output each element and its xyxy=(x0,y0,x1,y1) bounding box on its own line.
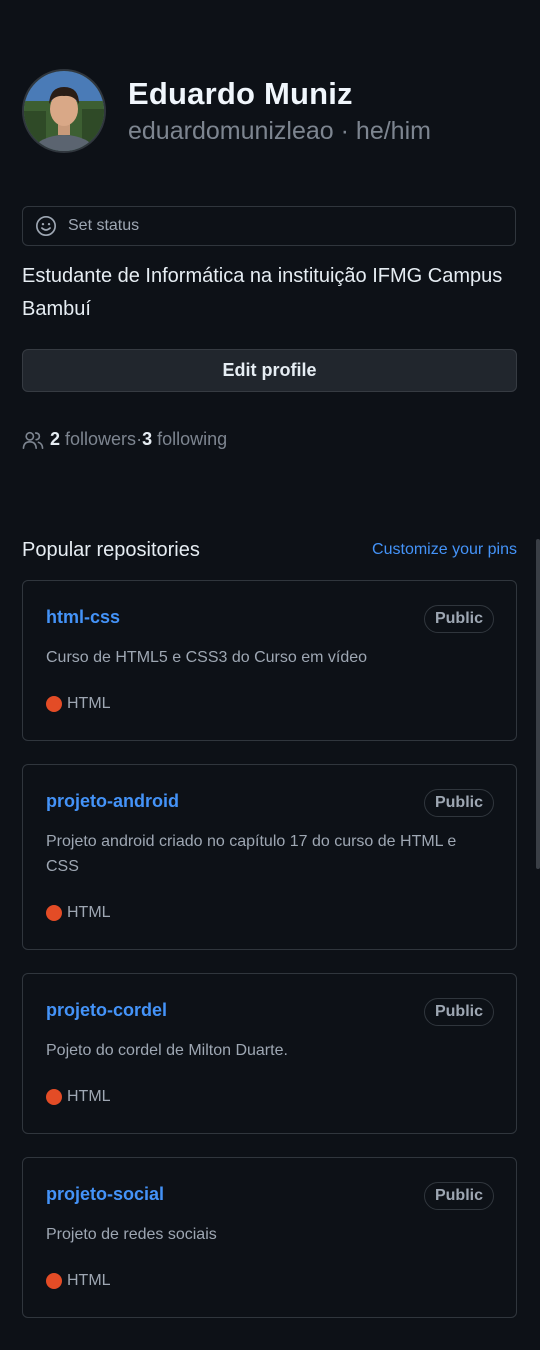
profile-page: Eduardo Muniz eduardomunizleao · he/him … xyxy=(0,0,540,1350)
avatar-image xyxy=(24,71,104,151)
handle-separator: · xyxy=(333,117,356,145)
repo-name-link[interactable]: projeto-social xyxy=(46,1184,164,1205)
profile-handle-line: eduardomunizleao · he/him xyxy=(128,117,431,146)
language-color-dot xyxy=(46,905,62,921)
avatar[interactable] xyxy=(22,69,106,153)
following-link[interactable]: 3 following xyxy=(142,429,227,450)
profile-name: Eduardo Muniz xyxy=(128,76,353,111)
customize-pins-link[interactable]: Customize your pins xyxy=(372,541,517,559)
set-status-button[interactable]: Set status xyxy=(22,206,516,246)
language-color-dot xyxy=(46,1089,62,1105)
repo-language: HTML xyxy=(46,695,111,713)
repo-name-link[interactable]: html-css xyxy=(46,607,120,628)
repo-description: Pojeto do cordel de Milton Duarte. xyxy=(46,1042,288,1059)
repo-name-link[interactable]: projeto-cordel xyxy=(46,1000,167,1021)
followers-count: 2 xyxy=(50,429,61,449)
set-status-label: Set status xyxy=(68,217,140,234)
following-count: 3 xyxy=(142,429,153,449)
profile-bio: Estudante de Informática na instituição … xyxy=(22,265,503,320)
language-label: HTML xyxy=(67,904,111,921)
smiley-icon xyxy=(36,216,56,236)
profile-pronouns: he/him xyxy=(355,117,431,145)
visibility-badge: Public xyxy=(423,998,494,1026)
repo-card: projeto-social Public Projeto de redes s… xyxy=(22,1157,517,1318)
language-label: HTML xyxy=(67,1088,111,1105)
language-color-dot xyxy=(46,696,62,712)
visibility-badge: Public xyxy=(423,605,494,633)
language-color-dot xyxy=(46,1273,62,1289)
repo-description: Curso de HTML5 e CSS3 do Curso em vídeo xyxy=(46,649,368,666)
repo-name-link[interactable]: projeto-android xyxy=(46,791,179,812)
repo-card: projeto-android Public Projeto android c… xyxy=(22,764,517,950)
visibility-badge: Public xyxy=(423,789,494,817)
repo-card: projeto-cordel Public Pojeto do cordel d… xyxy=(22,973,517,1134)
language-label: HTML xyxy=(67,695,111,712)
profile-username: eduardomunizleao xyxy=(128,117,334,145)
repo-description: Projeto de redes sociais xyxy=(46,1226,217,1243)
repo-description: Projeto android criado no capítulo 17 do… xyxy=(46,833,457,875)
repo-card: html-css Public Curso de HTML5 e CSS3 do… xyxy=(22,580,517,741)
following-label: following xyxy=(157,429,228,449)
edit-profile-button[interactable]: Edit profile xyxy=(22,349,517,392)
repo-language: HTML xyxy=(46,1088,111,1106)
people-icon xyxy=(22,431,44,449)
repo-language: HTML xyxy=(46,1272,111,1290)
follow-stats: 2 followers · 3 following xyxy=(22,429,227,450)
repo-language: HTML xyxy=(46,904,111,922)
followers-link[interactable]: 2 followers xyxy=(50,429,136,450)
popular-repositories-title: Popular repositories xyxy=(22,539,200,561)
language-label: HTML xyxy=(67,1272,111,1289)
scrollbar[interactable] xyxy=(536,539,540,869)
visibility-badge: Public xyxy=(423,1182,494,1210)
followers-label: followers xyxy=(65,429,137,449)
